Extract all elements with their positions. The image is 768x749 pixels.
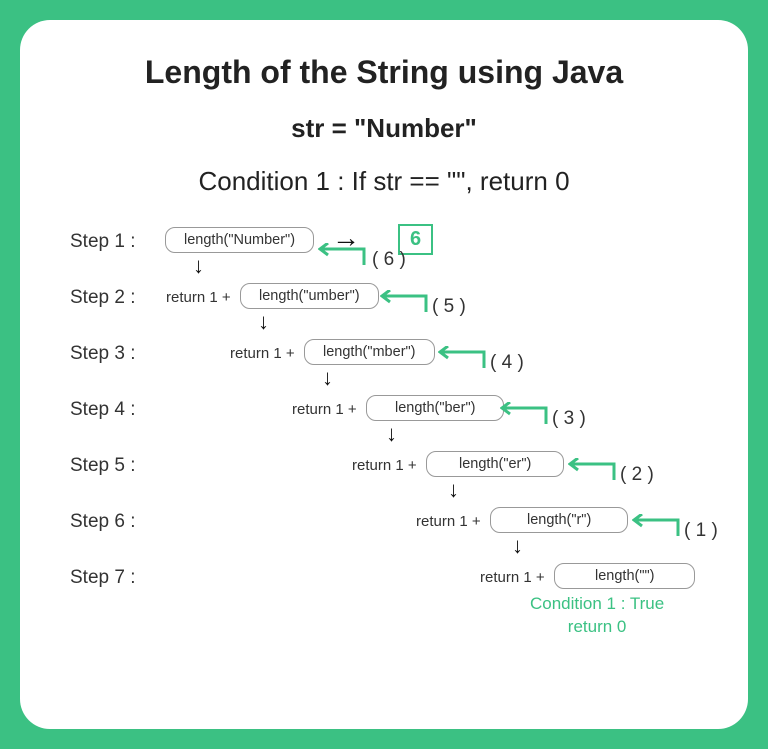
return-value: ( 1 ) xyxy=(684,520,718,542)
call-box: length("") xyxy=(554,563,695,589)
cond-true-line1: Condition 1 : True xyxy=(530,594,664,613)
step-row: Step 5 : return 1 + length("er") ( 2 ) ↓ xyxy=(70,451,698,515)
step-row: Step 1 : length("Number") → 6 ( 6 ) ↓ xyxy=(70,227,698,291)
step-row: Step 4 : return 1 + length("ber") ( 3 ) … xyxy=(70,395,698,459)
return-value: ( 5 ) xyxy=(432,296,466,318)
steps-diagram: Step 1 : length("Number") → 6 ( 6 ) ↓ St… xyxy=(70,227,698,657)
call-box: length("er") xyxy=(426,451,564,477)
call-box: length("mber") xyxy=(304,339,435,365)
return-prefix: return 1 + xyxy=(480,569,545,586)
return-arrow-icon xyxy=(438,346,486,370)
return-prefix: return 1 + xyxy=(416,513,481,530)
return-arrow-icon xyxy=(568,458,616,482)
step-label: Step 7 : xyxy=(70,567,136,589)
call-box: length("umber") xyxy=(240,283,379,309)
call-box: length("Number") xyxy=(165,227,314,253)
condition-1: Condition 1 : If str == "", return 0 xyxy=(70,166,698,197)
return-value: ( 6 ) xyxy=(372,249,406,271)
call-box: length("r") xyxy=(490,507,628,533)
base-case-text: Condition 1 : True return 0 xyxy=(530,593,664,639)
down-arrow-icon: ↓ xyxy=(448,479,459,501)
return-prefix: return 1 + xyxy=(230,345,295,362)
down-arrow-icon: ↓ xyxy=(258,311,269,333)
return-value: ( 3 ) xyxy=(552,408,586,430)
right-arrow-icon: → xyxy=(332,224,360,252)
down-arrow-icon: ↓ xyxy=(193,255,204,277)
return-arrow-icon xyxy=(500,402,548,426)
step-label: Step 1 : xyxy=(70,231,136,253)
page-title: Length of the String using Java xyxy=(70,54,698,91)
step-label: Step 2 : xyxy=(70,287,136,309)
subtitle: str = "Number" xyxy=(70,113,698,144)
step-row: Step 2 : return 1 + length("umber") ( 5 … xyxy=(70,283,698,347)
return-value: ( 4 ) xyxy=(490,352,524,374)
down-arrow-icon: ↓ xyxy=(512,535,523,557)
return-prefix: return 1 + xyxy=(292,401,357,418)
step-label: Step 3 : xyxy=(70,343,136,365)
step-label: Step 5 : xyxy=(70,455,136,477)
return-prefix: return 1 + xyxy=(166,289,231,306)
return-arrow-icon xyxy=(380,290,428,314)
cond-true-line2: return 0 xyxy=(568,617,627,636)
down-arrow-icon: ↓ xyxy=(386,423,397,445)
call-box: length("ber") xyxy=(366,395,504,421)
down-arrow-icon: ↓ xyxy=(322,367,333,389)
step-row: Step 3 : return 1 + length("mber") ( 4 )… xyxy=(70,339,698,403)
step-label: Step 4 : xyxy=(70,399,136,421)
return-value: ( 2 ) xyxy=(620,464,654,486)
return-arrow-icon xyxy=(632,514,680,538)
card: Length of the String using Java str = "N… xyxy=(20,20,748,729)
return-prefix: return 1 + xyxy=(352,457,417,474)
step-row: Step 7 : return 1 + length("") Condition… xyxy=(70,563,698,627)
step-row: Step 6 : return 1 + length("r") ( 1 ) ↓ xyxy=(70,507,698,571)
step-label: Step 6 : xyxy=(70,511,136,533)
page: Length of the String using Java str = "N… xyxy=(0,0,768,749)
